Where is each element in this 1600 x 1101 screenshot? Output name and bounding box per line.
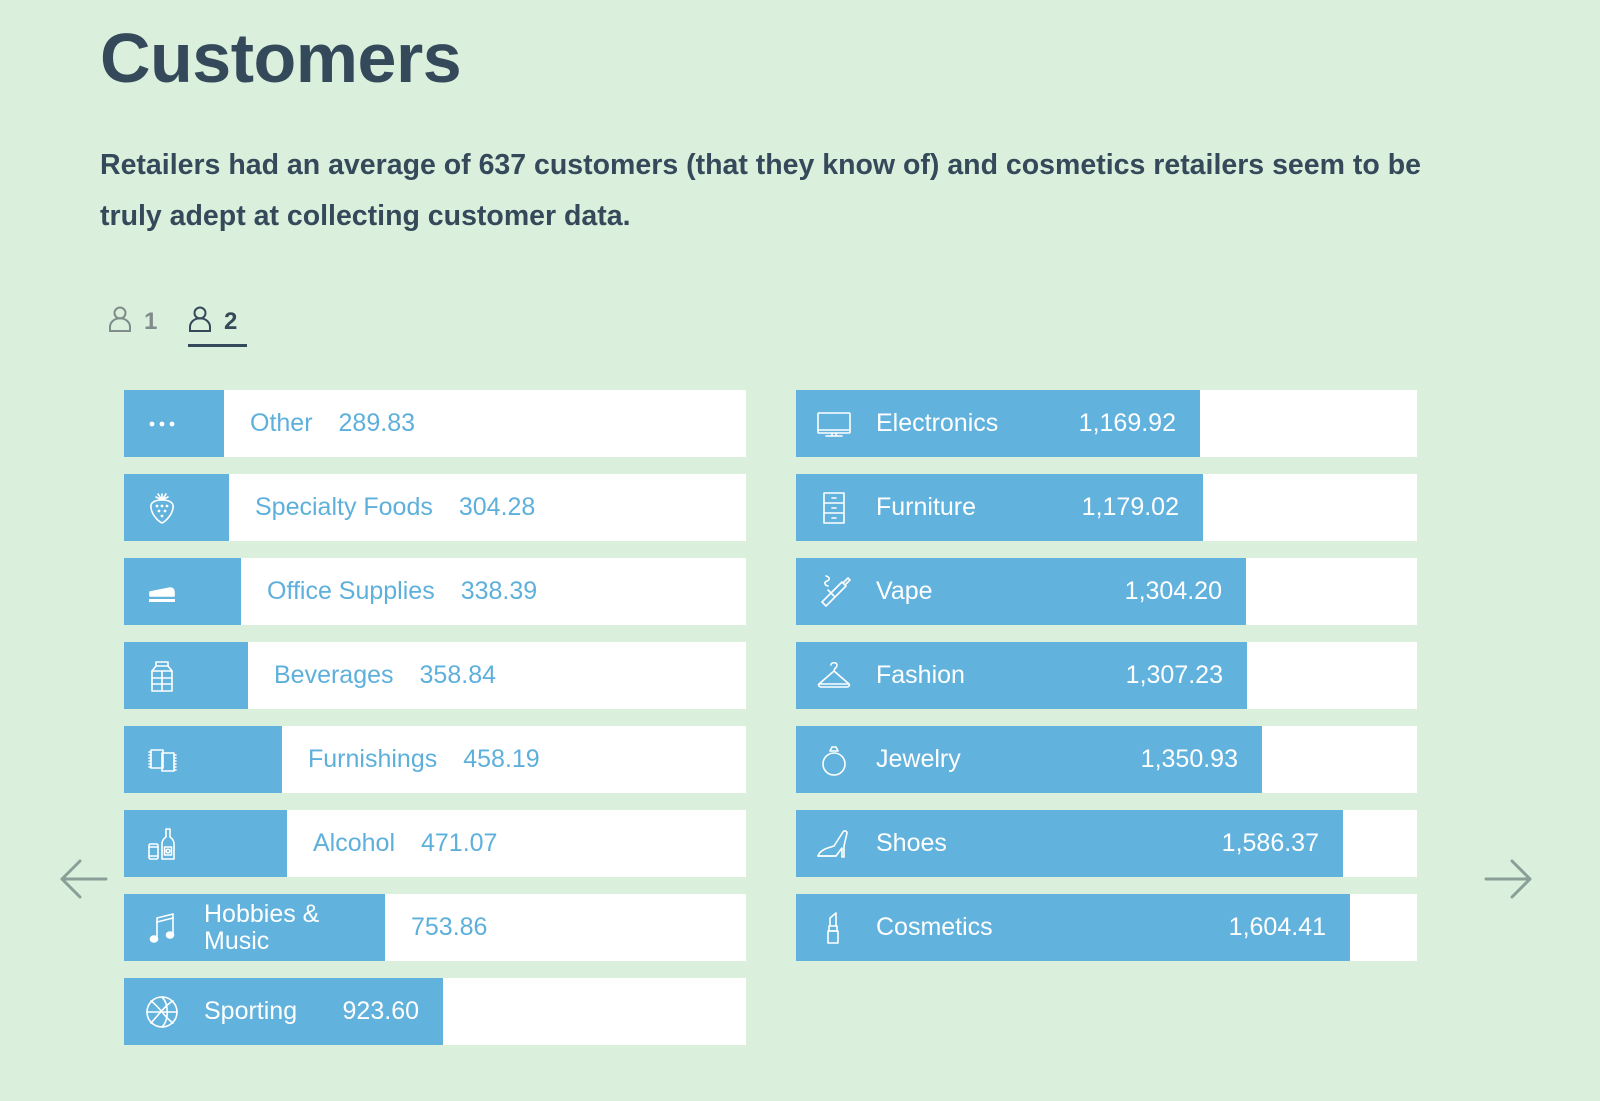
bar-value-label: 304.28 xyxy=(458,493,536,521)
strawberry-icon xyxy=(138,488,186,528)
rug-icon xyxy=(138,740,186,780)
bar-category-label: Fashion xyxy=(876,661,965,689)
high-heel-icon xyxy=(810,824,858,864)
bar-value-label: 338.39 xyxy=(460,577,538,605)
bar-category-label: Office Supplies xyxy=(267,577,435,605)
bar-category-label: Sporting xyxy=(204,997,298,1025)
bar-row: Hobbies & Music 753.86 xyxy=(124,894,746,961)
arrow-left-icon xyxy=(60,859,108,899)
prev-button[interactable] xyxy=(56,852,112,908)
person-icon xyxy=(108,305,132,340)
dots-icon xyxy=(138,404,186,444)
bar-value-label: 458.19 xyxy=(463,745,540,773)
bar-value-label: 1,350.93 xyxy=(1140,745,1238,773)
cabinet-icon xyxy=(810,488,858,528)
next-button[interactable] xyxy=(1484,852,1540,908)
page-description: Retailers had an average of 637 customer… xyxy=(100,149,1421,232)
stapler-icon xyxy=(138,572,186,612)
bar-category-label: Furnishings xyxy=(308,745,438,773)
bar-row: Jewelry 1,350.93 xyxy=(796,726,1417,793)
bar-row: Alcohol 471.07 xyxy=(124,810,746,877)
bar-category-label: Electronics xyxy=(876,409,999,437)
bar-value-label: 1,307.23 xyxy=(1125,661,1223,689)
bar-category-label: Beverages xyxy=(274,661,394,689)
lipstick-icon xyxy=(810,908,858,948)
basketball-icon xyxy=(138,992,186,1032)
vape-icon xyxy=(810,572,858,612)
tab-2[interactable]: 2 xyxy=(188,300,247,347)
music-note-icon xyxy=(138,908,186,948)
tv-icon xyxy=(810,404,858,444)
bar-row: Furniture 1,179.02 xyxy=(796,474,1417,541)
bar-category-label: Vape xyxy=(876,577,933,605)
tab-1[interactable]: 1 xyxy=(108,300,157,344)
bar-category-label: Jewelry xyxy=(876,745,961,773)
bar-value-label: 1,304.20 xyxy=(1124,577,1222,605)
bar-value-label: 1,179.02 xyxy=(1081,493,1179,521)
bar-category-label: Shoes xyxy=(876,829,947,857)
bar-category-label: Hobbies & Music xyxy=(204,899,320,955)
bar-row: Vape 1,304.20 xyxy=(796,558,1417,625)
bar-row: Fashion 1,307.23 xyxy=(796,642,1417,709)
bar-value-label: 1,586.37 xyxy=(1221,829,1319,857)
milk-carton-icon xyxy=(138,656,186,696)
bar-category-label: Cosmetics xyxy=(876,913,993,941)
bar-value-label: 289.83 xyxy=(338,409,415,437)
bar-row: Beverages 358.84 xyxy=(124,642,746,709)
bar-value-label: 1,604.41 xyxy=(1228,913,1326,941)
tab-label: 2 xyxy=(224,308,238,335)
person-icon xyxy=(188,305,212,340)
tab-label: 1 xyxy=(144,308,158,335)
bar-row: Cosmetics 1,604.41 xyxy=(796,894,1417,961)
arrow-right-icon xyxy=(1484,859,1532,899)
bar-row: Electronics 1,169.92 xyxy=(796,390,1417,457)
bar-row: Other 289.83 xyxy=(124,390,746,457)
bar-value-label: 1,169.92 xyxy=(1078,409,1176,437)
bar-row: Furnishings 458.19 xyxy=(124,726,746,793)
bar-value-label: 471.07 xyxy=(421,829,498,857)
bar-row: Office Supplies 338.39 xyxy=(124,558,746,625)
hanger-icon xyxy=(810,656,858,696)
bar-category-label: Furniture xyxy=(876,493,977,521)
bar-row: Shoes 1,586.37 xyxy=(796,810,1417,877)
bar-category-label: Specialty Foods xyxy=(255,493,433,521)
ring-icon xyxy=(810,740,858,780)
bar-value-label: 358.84 xyxy=(419,661,496,689)
bar-row: Specialty Foods 304.28 xyxy=(124,474,746,541)
page-title: Customers xyxy=(100,19,462,97)
bar-category-label: Other xyxy=(250,409,313,437)
bar-value-label: 753.86 xyxy=(411,913,488,941)
bar-value-label: 923.60 xyxy=(342,997,419,1025)
bar-category-label: Alcohol xyxy=(313,829,395,857)
bottle-can-icon xyxy=(138,824,186,864)
bar-row: Sporting 923.60 xyxy=(124,978,746,1045)
